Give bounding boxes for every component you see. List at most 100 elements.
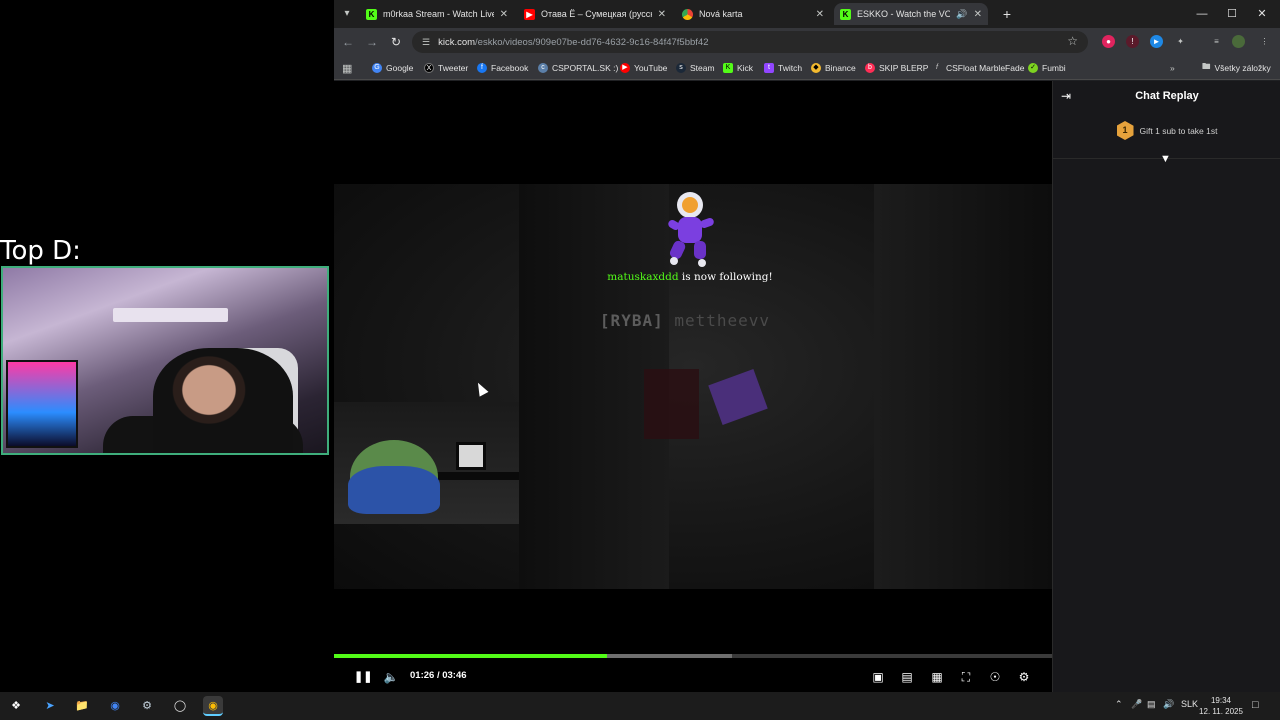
bookmark-kick[interactable]: K Kick xyxy=(723,60,753,76)
settings-gear-icon[interactable]: ⚙ xyxy=(1016,669,1032,685)
media-control-icon[interactable]: ≡ xyxy=(1210,35,1223,48)
webcam-monitor xyxy=(6,360,78,448)
csportal-icon: c xyxy=(538,63,548,73)
network-icon[interactable]: ▤ xyxy=(1147,699,1156,710)
reload-button[interactable]: ↻ xyxy=(388,34,404,50)
start-icon[interactable]: ❖ xyxy=(6,696,26,716)
filter-icon[interactable]: ▼ xyxy=(1160,153,1171,165)
video-player[interactable]: matuskaxddd is now following! [RYBA] met… xyxy=(334,81,1052,692)
fullscreen-icon[interactable]: ⛶ xyxy=(958,669,974,685)
apps-icon[interactable]: ▦ xyxy=(342,60,352,76)
minimize-button[interactable]: — xyxy=(1188,4,1216,24)
extensions-puzzle-icon[interactable]: ✦ xyxy=(1174,35,1187,48)
maximize-button[interactable]: ☐ xyxy=(1218,4,1246,24)
file-explorer-icon[interactable]: 📁 xyxy=(72,696,92,716)
gift-rank-badge: 1 xyxy=(1116,121,1134,140)
bookmarks-overflow-icon[interactable]: » xyxy=(1170,60,1175,76)
game-clan-tag: [RYBA] xyxy=(599,311,664,330)
pause-button[interactable]: ❚❚ xyxy=(354,669,372,685)
profile-avatar[interactable] xyxy=(1232,35,1245,48)
back-button[interactable]: ← xyxy=(340,34,356,50)
address-bar[interactable]: ☰ kick.com /eskko/videos/909e07be-dd76-4… xyxy=(412,31,1088,53)
desktop: Top D: ▾ K m0rkaa Stream - Watch Live on… xyxy=(0,0,1280,720)
speaker-icon[interactable]: 🔊 xyxy=(956,9,967,20)
miniplayer-icon[interactable]: ▣ xyxy=(870,669,886,685)
bookmark-youtube[interactable]: ▶ YouTube xyxy=(620,60,667,76)
tab-new-tab[interactable]: Nová karta ✕ xyxy=(676,3,830,25)
url-host: kick.com xyxy=(438,36,476,48)
tab-m0rkaa[interactable]: K m0rkaa Stream - Watch Live on Kick ✕ xyxy=(360,3,514,25)
obs-icon[interactable]: ◯ xyxy=(170,696,190,716)
tab-search-button[interactable]: ▾ xyxy=(338,5,356,23)
microphone-icon[interactable]: 🎤 xyxy=(1131,699,1142,710)
astronaut-alert-icon xyxy=(668,192,714,267)
url-path: /eskko/videos/909e07be-dd76-4632-9c16-84… xyxy=(475,36,709,48)
all-bookmarks-button[interactable]: 🖿 Všetky záložky xyxy=(1202,60,1271,76)
progress-played xyxy=(334,654,607,658)
overlay-label: Top D: xyxy=(0,236,81,266)
facebook-icon: f xyxy=(477,63,487,73)
bookmark-steam[interactable]: s Steam xyxy=(676,60,715,76)
close-icon[interactable]: ✕ xyxy=(658,9,666,20)
chrome-icon[interactable]: ◉ xyxy=(203,696,223,716)
app-icon[interactable]: ➤ xyxy=(40,696,60,716)
pepe-monitor xyxy=(456,442,486,470)
x-icon: X xyxy=(424,63,434,73)
tray-chevron-icon[interactable]: ⌃ xyxy=(1115,699,1123,710)
bookmark-star-icon[interactable]: ☆ xyxy=(1067,34,1078,48)
pepe-overlay xyxy=(334,402,519,524)
captions-icon[interactable]: ▦ xyxy=(929,669,945,685)
close-icon[interactable]: ✕ xyxy=(816,9,824,20)
theater-mode-icon[interactable]: ▤ xyxy=(899,669,915,685)
close-window-button[interactable]: ✕ xyxy=(1248,4,1276,24)
playback-speed-icon[interactable]: ☉ xyxy=(987,669,1003,685)
tab-title: ESKKO - Watch the VOD on Kick xyxy=(857,9,951,19)
game-purple-object xyxy=(708,369,768,425)
bookmark-twitch[interactable]: t Twitch xyxy=(764,60,802,76)
taskbar-clock[interactable]: 19:34 12. 11. 2025 xyxy=(1196,695,1246,717)
new-tab-button[interactable]: + xyxy=(998,5,1016,23)
steam-icon[interactable]: ⚙ xyxy=(137,696,157,716)
extension-dark-icon[interactable]: ! xyxy=(1126,35,1139,48)
twitch-icon: t xyxy=(764,63,774,73)
clock-date: 12. 11. 2025 xyxy=(1199,707,1243,716)
bookmark-skip-blerp[interactable]: b SKIP BLERP xyxy=(865,60,928,76)
site-info-icon[interactable]: ☰ xyxy=(422,37,430,48)
volume-button[interactable]: 🔈 xyxy=(383,669,399,685)
fumbi-icon: ✓ xyxy=(1028,63,1038,73)
forward-button[interactable]: → xyxy=(364,34,380,50)
gift-prompt: Gift 1 sub to take 1st xyxy=(1139,126,1218,136)
chrome-icon xyxy=(682,8,693,20)
chat-panel: ⇥ Chat Replay 1 Gift 1 sub to take 1st ▼ xyxy=(1052,81,1280,692)
extension-red-icon[interactable]: ● xyxy=(1102,35,1115,48)
volume-tray-icon[interactable]: 🔊 xyxy=(1163,699,1174,710)
close-icon[interactable]: ✕ xyxy=(974,9,982,20)
current-time: 01:26 xyxy=(410,670,435,681)
google-icon: G xyxy=(372,63,382,73)
tab-title: m0rkaa Stream - Watch Live on Kick xyxy=(383,9,494,19)
bookmark-fumbi[interactable]: ✓ Fumbi xyxy=(1028,60,1066,76)
notifications-icon[interactable]: □ xyxy=(1252,699,1259,711)
youtube-icon: ▶ xyxy=(524,8,535,20)
bookmark-csportal[interactable]: c CSPORTAL.SK :) xyxy=(538,60,618,76)
close-icon[interactable]: ✕ xyxy=(500,9,508,20)
clock-time: 19:34 xyxy=(1210,696,1232,705)
extension-blue-icon[interactable]: ► xyxy=(1150,35,1163,48)
alert-username: matuskaxddd xyxy=(607,271,679,283)
menu-icon[interactable]: ⋮ xyxy=(1258,35,1271,48)
bookmark-binance[interactable]: ◆ Binance xyxy=(811,60,856,76)
bookmark-tweeter[interactable]: X Tweeter xyxy=(424,60,468,76)
player-controls: ❚❚ 🔈 01:26 / 03:46 ▣ ▤ ▦ ⛶ ☉ ⚙ xyxy=(334,663,1052,691)
youtube-icon: ▶ xyxy=(620,63,630,73)
bookmark-facebook[interactable]: f Facebook xyxy=(477,60,528,76)
webcam-feed xyxy=(1,266,329,455)
bookmark-csfloat[interactable]: f CSFloat MarbleFade xyxy=(932,60,1024,76)
bookmark-google[interactable]: G Google xyxy=(372,60,413,76)
game-wall-right xyxy=(874,184,1052,589)
game-player-name: mettheevv xyxy=(674,311,771,330)
tab-youtube[interactable]: ▶ Отава Ё – Сумецкая (русские народные) … xyxy=(518,3,672,25)
tab-eskko[interactable]: K ESKKO - Watch the VOD on Kick 🔊 ✕ xyxy=(834,3,988,25)
browser-toolbar: ← → ↻ ☰ kick.com /eskko/videos/909e07be-… xyxy=(334,28,1280,56)
progress-bar[interactable] xyxy=(334,654,1052,658)
chrome-profile-icon[interactable]: ◉ xyxy=(105,696,125,716)
